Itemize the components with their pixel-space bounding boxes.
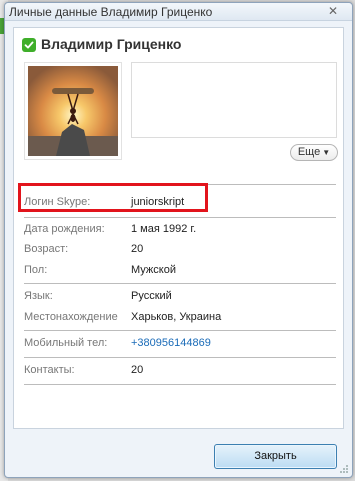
- field-location: Местонахождение Харьков, Украина: [24, 311, 336, 325]
- mood-message-box: [131, 62, 337, 138]
- gender-label: Пол:: [24, 264, 48, 276]
- contact-name: Владимир Гриценко: [41, 36, 182, 52]
- contacts-value: 20: [131, 364, 144, 376]
- gender-value: Мужской: [131, 264, 176, 276]
- check-icon: [22, 38, 36, 52]
- location-label: Местонахождение: [24, 311, 118, 323]
- profile-dialog: Личные данные Владимир Гриценко ✕ Владим…: [4, 2, 353, 478]
- avatar-image: [28, 66, 118, 156]
- resize-grip-icon[interactable]: [339, 464, 349, 474]
- field-language: Язык: Русский: [24, 290, 336, 304]
- close-button[interactable]: Закрыть: [214, 444, 337, 469]
- contacts-label: Контакты:: [24, 364, 75, 376]
- divider: [24, 330, 336, 331]
- divider: [24, 357, 336, 358]
- skype-login-highlight-box: [18, 183, 208, 212]
- language-label: Язык:: [24, 290, 53, 302]
- birthday-value: 1 мая 1992 г.: [131, 223, 197, 235]
- more-button[interactable]: Еще ▼: [290, 144, 338, 161]
- close-icon[interactable]: ✕: [326, 4, 340, 18]
- field-birthday: Дата рождения: 1 мая 1992 г.: [24, 223, 336, 237]
- age-label: Возраст:: [24, 243, 69, 255]
- window-title: Личные данные Владимир Гриценко: [9, 5, 213, 19]
- field-mobile: Мобильный тел: +380956144869: [24, 337, 336, 351]
- birthday-label: Дата рождения:: [24, 223, 105, 235]
- title-bar[interactable]: Личные данные Владимир Гриценко ✕: [5, 3, 352, 21]
- divider: [24, 384, 336, 385]
- field-gender: Пол: Мужской: [24, 264, 336, 278]
- profile-panel: Владимир Гриценко Еще ▼ Логин Skype: jun…: [13, 27, 344, 429]
- field-contacts: Контакты: 20: [24, 364, 336, 378]
- divider: [24, 217, 336, 218]
- age-value: 20: [131, 243, 144, 255]
- divider: [24, 283, 336, 284]
- chevron-down-icon: ▼: [322, 148, 331, 157]
- language-value: Русский: [131, 290, 172, 302]
- location-value: Харьков, Украина: [131, 311, 222, 323]
- field-age: Возраст: 20: [24, 243, 336, 257]
- mobile-label: Мобильный тел:: [24, 337, 108, 349]
- mobile-phone-link[interactable]: +380956144869: [131, 337, 211, 349]
- avatar: [24, 62, 122, 160]
- more-button-label: Еще: [297, 146, 321, 158]
